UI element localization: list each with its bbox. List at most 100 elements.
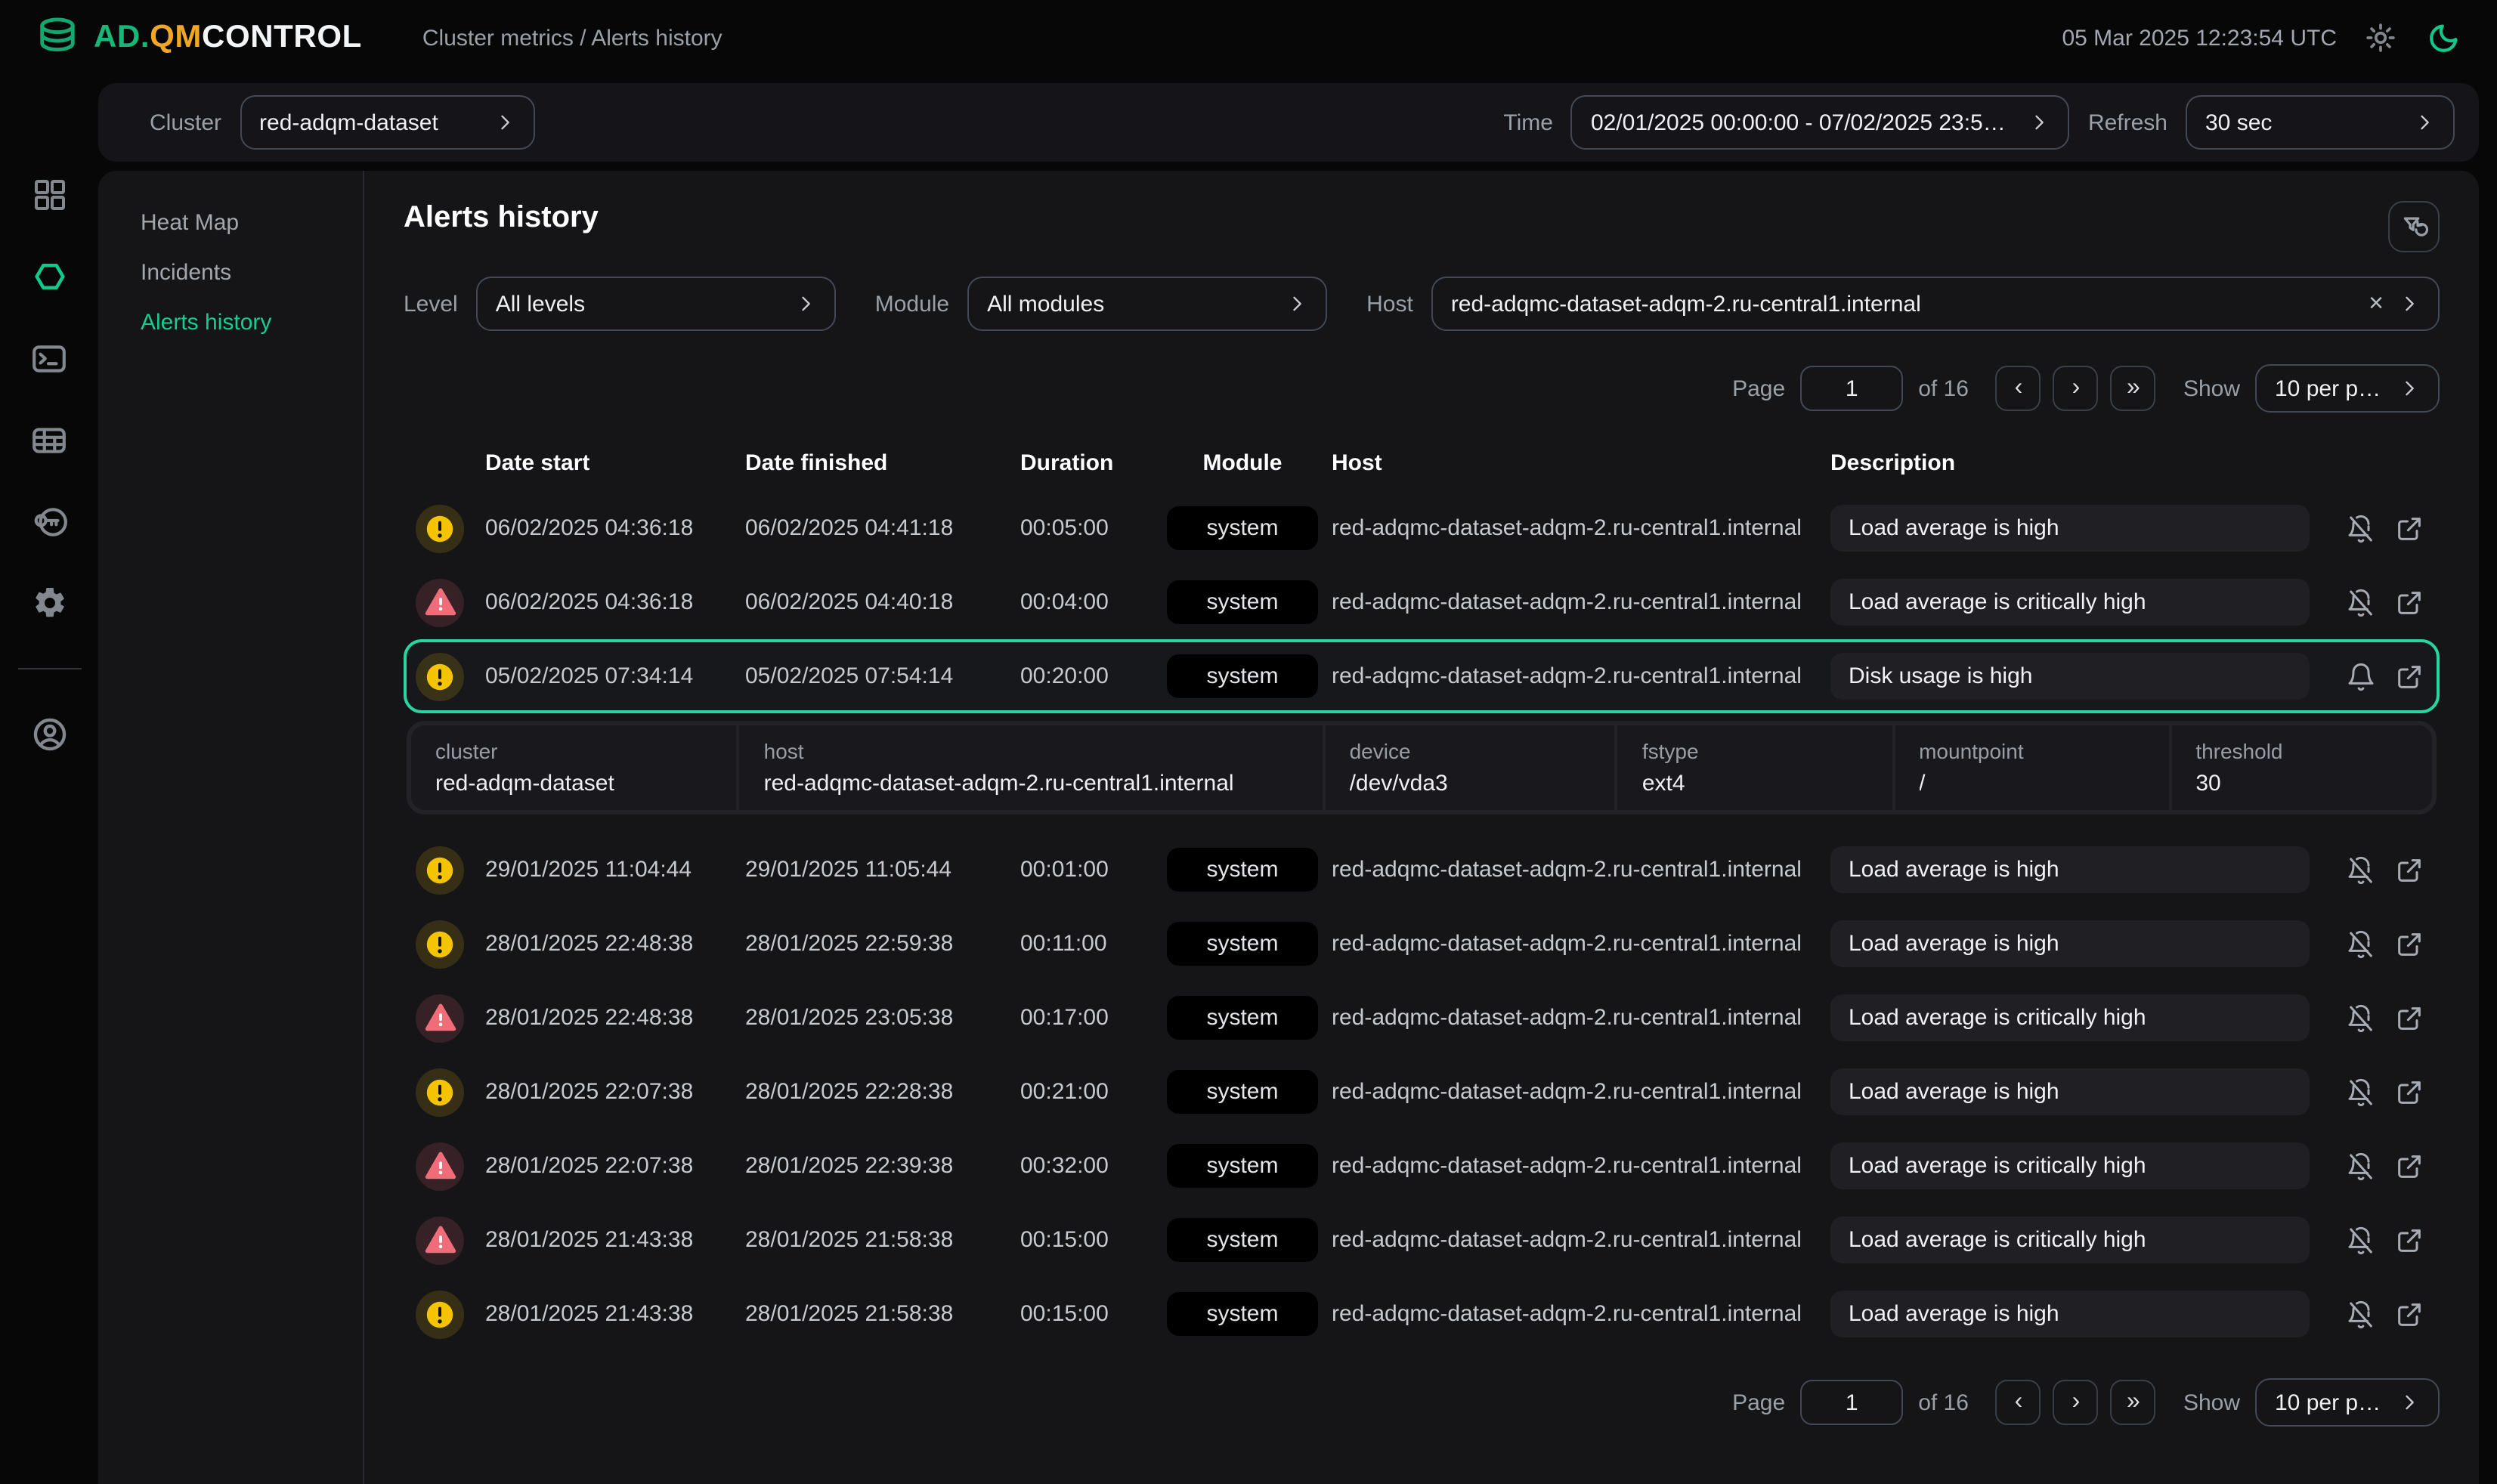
notifications-button[interactable]	[2346, 661, 2376, 691]
detail-field-label: device	[1350, 739, 1591, 763]
table-row[interactable]: 28/01/2025 22:48:38 28/01/2025 23:05:38 …	[404, 981, 2440, 1055]
cell-date-start: 29/01/2025 11:04:44	[485, 857, 745, 883]
open-alert-button[interactable]	[2394, 1003, 2424, 1033]
table-row[interactable]: 06/02/2025 04:36:18 06/02/2025 04:40:18 …	[404, 565, 2440, 639]
prev-page-button[interactable]: ‹	[1996, 366, 2041, 411]
open-alert-button[interactable]	[2394, 513, 2424, 543]
sidebar-item-incidents[interactable]: Incidents	[141, 260, 363, 286]
critical-icon	[424, 1224, 456, 1256]
cell-duration: 00:15:00	[1020, 1227, 1153, 1253]
page-number-input[interactable]	[1800, 1380, 1903, 1425]
detail-field: fstype ext4	[1618, 725, 1892, 810]
nav-dashboard[interactable]	[29, 175, 69, 215]
bell-off-icon	[2346, 587, 2376, 617]
cell-host: red-adqmc-dataset-adqm-2.ru-central1.int…	[1332, 1005, 1830, 1031]
external-link-icon	[2394, 855, 2424, 885]
cell-date-start: 28/01/2025 22:07:38	[485, 1153, 745, 1179]
notifications-muted-button[interactable]	[2346, 1225, 2376, 1255]
col-date-finished: Date finished	[745, 450, 1020, 475]
external-link-icon	[2394, 661, 2424, 691]
host-clear-icon[interactable]: ×	[2365, 289, 2387, 319]
level-select[interactable]: All levels	[476, 277, 836, 331]
cell-duration: 00:20:00	[1020, 663, 1153, 689]
open-alert-button[interactable]	[2394, 1077, 2424, 1107]
sidebar-item-alerts-history[interactable]: Alerts history	[141, 310, 363, 335]
cell-duration: 00:04:00	[1020, 589, 1153, 615]
nav-cluster-metrics[interactable]	[29, 257, 69, 296]
open-alert-button[interactable]	[2394, 929, 2424, 959]
page-number-input[interactable]	[1800, 366, 1903, 411]
open-alert-button[interactable]	[2394, 1225, 2424, 1255]
table-row[interactable]: 28/01/2025 21:43:38 28/01/2025 21:58:38 …	[404, 1203, 2440, 1277]
next-page-button[interactable]: ›	[2053, 366, 2099, 411]
notifications-muted-button[interactable]	[2346, 513, 2376, 543]
nav-settings[interactable]	[29, 583, 69, 623]
detail-field-value: /	[1919, 771, 2144, 796]
cell-date-finished: 28/01/2025 21:58:38	[745, 1301, 1020, 1327]
cell-date-start: 06/02/2025 04:36:18	[485, 589, 745, 615]
refresh-select[interactable]: 30 sec	[2186, 95, 2455, 150]
col-date-start: Date start	[485, 450, 745, 475]
warning-icon	[425, 1077, 455, 1107]
external-link-icon	[2394, 1003, 2424, 1033]
nav-terminal[interactable]	[29, 339, 69, 378]
light-theme-button[interactable]	[2361, 18, 2400, 57]
cell-host: red-adqmc-dataset-adqm-2.ru-central1.int…	[1332, 1153, 1830, 1179]
last-page-button[interactable]: »	[2111, 366, 2156, 411]
table-row[interactable]: 28/01/2025 21:43:38 28/01/2025 21:58:38 …	[404, 1277, 2440, 1351]
prev-page-button[interactable]: ‹	[1996, 1380, 2041, 1425]
detail-field: cluster red-adqm-dataset	[411, 725, 737, 810]
cluster-select[interactable]: red-adqm-dataset	[240, 95, 534, 150]
open-alert-button[interactable]	[2394, 1299, 2424, 1329]
notifications-muted-button[interactable]	[2346, 855, 2376, 885]
time-range-select[interactable]: 02/01/2025 00:00:00 - 07/02/2025 23:59:5…	[1571, 95, 2070, 150]
notifications-muted-button[interactable]	[2346, 1003, 2376, 1033]
host-select[interactable]: red-adqmc-dataset-adqm-2.ru-central1.int…	[1431, 277, 2440, 331]
table-row[interactable]: 28/01/2025 22:07:38 28/01/2025 22:39:38 …	[404, 1129, 2440, 1203]
sidebar-item-heat-map[interactable]: Heat Map	[141, 210, 363, 236]
reset-filters-button[interactable]	[2388, 201, 2440, 252]
notifications-muted-button[interactable]	[2346, 1151, 2376, 1181]
module-chip: system	[1167, 1144, 1318, 1188]
table-row[interactable]: 06/02/2025 04:36:18 06/02/2025 04:41:18 …	[404, 491, 2440, 565]
open-alert-button[interactable]	[2394, 587, 2424, 617]
table-row[interactable]: 05/02/2025 07:34:14 05/02/2025 07:54:14 …	[404, 639, 2440, 713]
notifications-muted-button[interactable]	[2346, 929, 2376, 959]
open-alert-button[interactable]	[2394, 1151, 2424, 1181]
last-page-button[interactable]: »	[2111, 1380, 2156, 1425]
table-row[interactable]: 28/01/2025 22:48:38 28/01/2025 22:59:38 …	[404, 907, 2440, 981]
bell-off-icon	[2346, 1225, 2376, 1255]
notifications-muted-button[interactable]	[2346, 1077, 2376, 1107]
module-chip: system	[1167, 922, 1318, 966]
description-chip: Load average is critically high	[1830, 1217, 2310, 1263]
breadcrumb[interactable]: Cluster metrics / Alerts history	[422, 25, 722, 51]
notifications-muted-button[interactable]	[2346, 1299, 2376, 1329]
notifications-muted-button[interactable]	[2346, 587, 2376, 617]
module-select[interactable]: All modules	[967, 277, 1327, 331]
dark-theme-button[interactable]	[2424, 18, 2464, 57]
open-alert-button[interactable]	[2394, 855, 2424, 885]
nav-access-keys[interactable]	[29, 502, 69, 541]
detail-field-value: red-adqm-dataset	[435, 771, 713, 796]
module-chip: system	[1167, 1070, 1318, 1114]
logo-link[interactable]: AD.QMCONTROL	[33, 14, 362, 62]
per-page-select[interactable]: 10 per page	[2255, 364, 2440, 413]
table-row[interactable]: 28/01/2025 22:07:38 28/01/2025 22:28:38 …	[404, 1055, 2440, 1129]
cell-date-finished: 28/01/2025 21:58:38	[745, 1227, 1020, 1253]
table-header: Date start Date finished Duration Module…	[404, 434, 2440, 491]
external-link-icon	[2394, 1151, 2424, 1181]
cell-date-finished: 06/02/2025 04:40:18	[745, 589, 1020, 615]
next-page-button[interactable]: ›	[2053, 1380, 2099, 1425]
table-icon	[30, 421, 68, 459]
table-row[interactable]: 29/01/2025 11:04:44 29/01/2025 11:05:44 …	[404, 833, 2440, 907]
pagination-bottom: Page of 16 ‹ › » Show 10 per page	[404, 1378, 2440, 1427]
time-label: Time	[1503, 110, 1553, 135]
open-alert-button[interactable]	[2394, 661, 2424, 691]
nav-account[interactable]	[29, 715, 69, 754]
cell-date-finished: 28/01/2025 23:05:38	[745, 1005, 1020, 1031]
per-page-select[interactable]: 10 per page	[2255, 1378, 2440, 1427]
page-of-text: of 16	[1918, 1390, 1969, 1415]
cell-duration: 00:05:00	[1020, 515, 1153, 541]
nav-tables[interactable]	[29, 420, 69, 459]
sun-icon	[2364, 21, 2397, 54]
